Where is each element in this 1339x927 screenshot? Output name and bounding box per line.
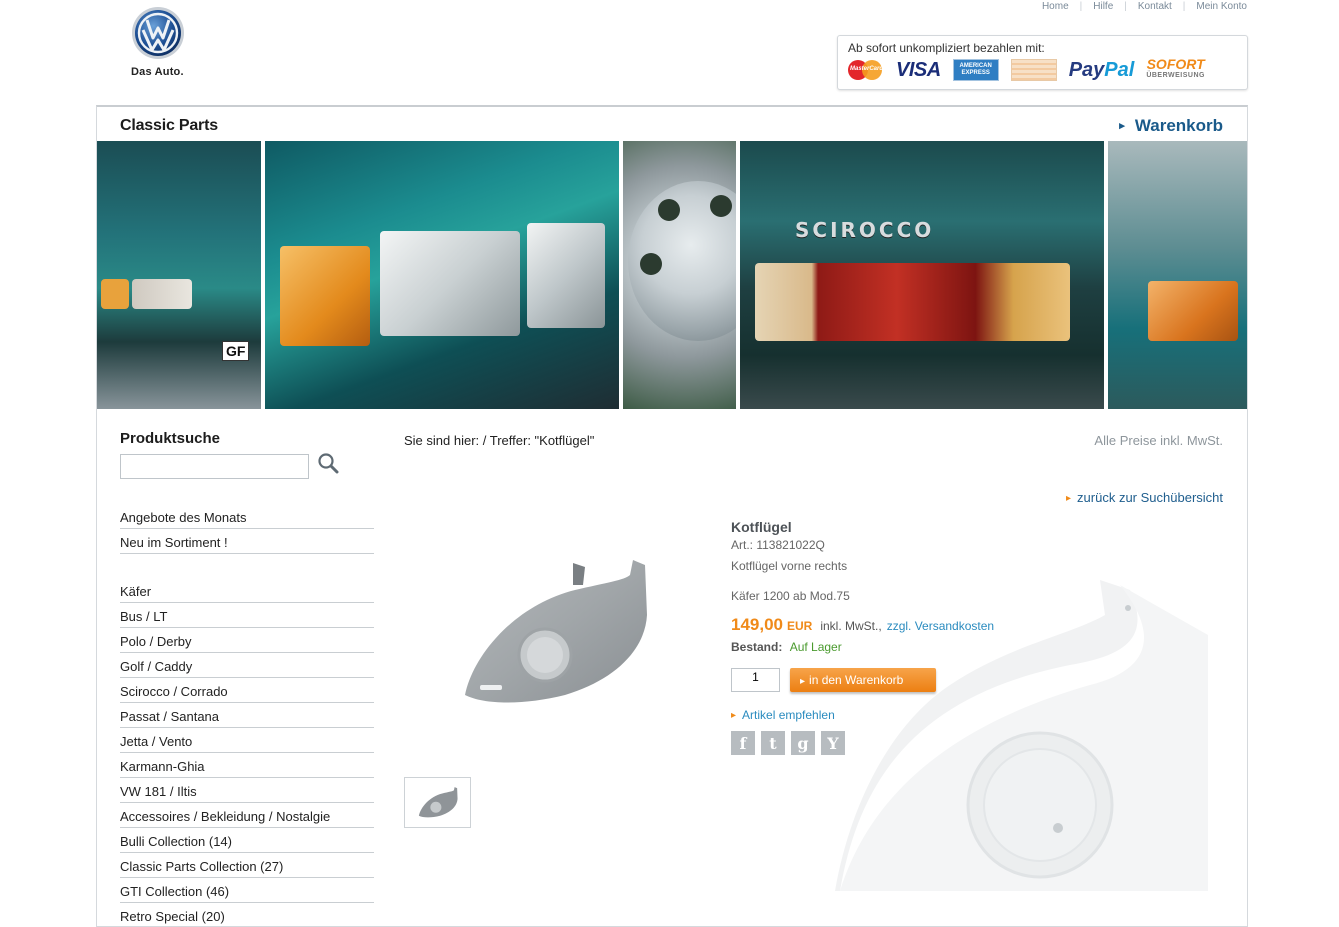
nav-contact[interactable]: Kontakt	[1138, 1, 1172, 12]
search-icon[interactable]	[317, 452, 339, 474]
promo-menu: Angebote des Monats Neu im Sortiment !	[120, 504, 374, 554]
yahoo-icon[interactable]: Y	[821, 731, 845, 755]
add-to-cart-button[interactable]: in den Warenkorb	[790, 668, 936, 692]
category-item[interactable]: Retro Special (20)	[120, 903, 374, 927]
product-fitment: Käfer 1200 ab Mod.75	[731, 589, 850, 603]
stock-status: Auf Lager	[789, 640, 842, 654]
model-badge: SCIROCCO	[795, 218, 935, 242]
vat-note: inkl. MwSt.,	[820, 619, 882, 633]
section-bar: Classic Parts Warenkorb	[97, 107, 1247, 141]
category-item[interactable]: Scirocco / Corrado	[120, 678, 374, 703]
amex-icon: AMERICAN EXPRESS	[952, 59, 999, 81]
price-row: 149,00 EUR inkl. MwSt., zzgl. Versandkos…	[731, 615, 1211, 635]
menu-item-new[interactable]: Neu im Sortiment !	[120, 529, 374, 554]
prices-note: Alle Preise inkl. MwSt.	[1094, 433, 1223, 448]
category-item[interactable]: Classic Parts Collection (27)	[120, 853, 374, 878]
top-navigation: Home | Hilfe | Kontakt | Mein Konto	[1042, 1, 1247, 12]
category-item[interactable]: Polo / Derby	[120, 628, 374, 653]
product-article-number: Art.: 113821022Q	[731, 538, 825, 552]
visa-icon: VISA	[896, 58, 941, 81]
stock-row: Bestand: Auf Lager	[731, 640, 1211, 654]
nav-home[interactable]: Home	[1042, 1, 1069, 12]
product-info: Kotflügel Art.: 113821022Q Kotflügel vor…	[731, 519, 1211, 755]
category-item[interactable]: Bulli Collection (14)	[120, 828, 374, 853]
shipping-cost-link[interactable]: zzgl. Versandkosten	[887, 619, 994, 633]
payment-methods-box: Ab sofort unkompliziert bezahlen mit: Ma…	[837, 35, 1248, 90]
cart-link[interactable]: Warenkorb	[1119, 116, 1223, 136]
payment-logos: MasterCard VISA AMERICAN EXPRESS PayPal …	[848, 56, 1217, 82]
sidebar: Produktsuche Angebote des Monats Neu im …	[120, 430, 374, 927]
search-row	[120, 452, 374, 479]
sofort-icon: SOFORT ÜBERWEISUNG	[1146, 56, 1205, 79]
nav-separator: |	[1182, 1, 1186, 12]
category-menu: Käfer Bus / LT Polo / Derby Golf / Caddy…	[120, 578, 374, 927]
facebook-icon[interactable]: f	[731, 731, 755, 755]
buy-row: in den Warenkorb	[731, 668, 1211, 692]
search-input[interactable]	[120, 454, 309, 479]
banner-image-headlight	[265, 141, 619, 409]
vw-logo[interactable]: Das Auto.	[131, 6, 189, 78]
menu-item-offers[interactable]: Angebote des Monats	[120, 504, 374, 529]
paypal-icon: PayPal	[1068, 58, 1135, 81]
banner-image-wheel	[623, 141, 736, 409]
credit-card-icon	[1010, 59, 1057, 81]
category-item[interactable]: Karmann-Ghia	[120, 753, 374, 778]
product-description: Kotflügel vorne rechts	[731, 559, 848, 573]
category-item[interactable]: GTI Collection (46)	[120, 878, 374, 903]
mastercard-icon: MasterCard	[848, 59, 884, 81]
banner-image-rear: SCIROCCO	[740, 141, 1104, 409]
category-item[interactable]: VW 181 / Iltis	[120, 778, 374, 803]
back-to-results-link[interactable]: zurück zur Suchübersicht	[1066, 490, 1223, 505]
license-plate: GF	[222, 341, 250, 361]
nav-separator: |	[1124, 1, 1127, 12]
category-item[interactable]: Bus / LT	[120, 603, 374, 628]
google-plus-icon[interactable]: g	[791, 731, 815, 755]
page: Das Auto. Home | Hilfe | Kontakt | Mein …	[0, 0, 1339, 927]
category-item[interactable]: Käfer	[120, 578, 374, 603]
social-share-buttons: f t g Y	[731, 731, 1211, 755]
category-item[interactable]: Accessoires / Bekleidung / Nostalgie	[120, 803, 374, 828]
breadcrumb: Sie sind hier: / Treffer: "Kotflügel"	[404, 433, 595, 448]
category-item[interactable]: Passat / Santana	[120, 703, 374, 728]
product-thumbnail-image	[418, 786, 458, 817]
header-banner: GF SCIROCCO	[97, 141, 1247, 409]
banner-image-side	[1108, 141, 1247, 409]
brand-title[interactable]: Classic Parts	[120, 117, 218, 135]
product-title: Kotflügel	[731, 519, 792, 535]
product-main-image[interactable]	[455, 555, 655, 715]
vw-emblem-icon	[132, 7, 184, 59]
search-title: Produktsuche	[120, 430, 221, 447]
product-price: 149,00	[731, 615, 783, 634]
category-item[interactable]: Jetta / Vento	[120, 728, 374, 753]
nav-account[interactable]: Mein Konto	[1196, 1, 1247, 12]
stock-label: Bestand:	[731, 640, 783, 654]
nav-separator: |	[1079, 1, 1083, 12]
recommend-article-link[interactable]: Artikel empfehlen	[731, 708, 1211, 722]
category-item[interactable]: Golf / Caddy	[120, 653, 374, 678]
product-thumbnail[interactable]	[404, 777, 471, 828]
price-currency: EUR	[787, 619, 813, 633]
payment-title: Ab sofort unkompliziert bezahlen mit:	[848, 41, 1045, 55]
twitter-icon[interactable]: t	[761, 731, 785, 755]
nav-help[interactable]: Hilfe	[1093, 1, 1113, 12]
quantity-input[interactable]	[731, 668, 780, 692]
banner-image-front: GF	[97, 141, 261, 409]
logo-slogan: Das Auto.	[131, 66, 184, 78]
